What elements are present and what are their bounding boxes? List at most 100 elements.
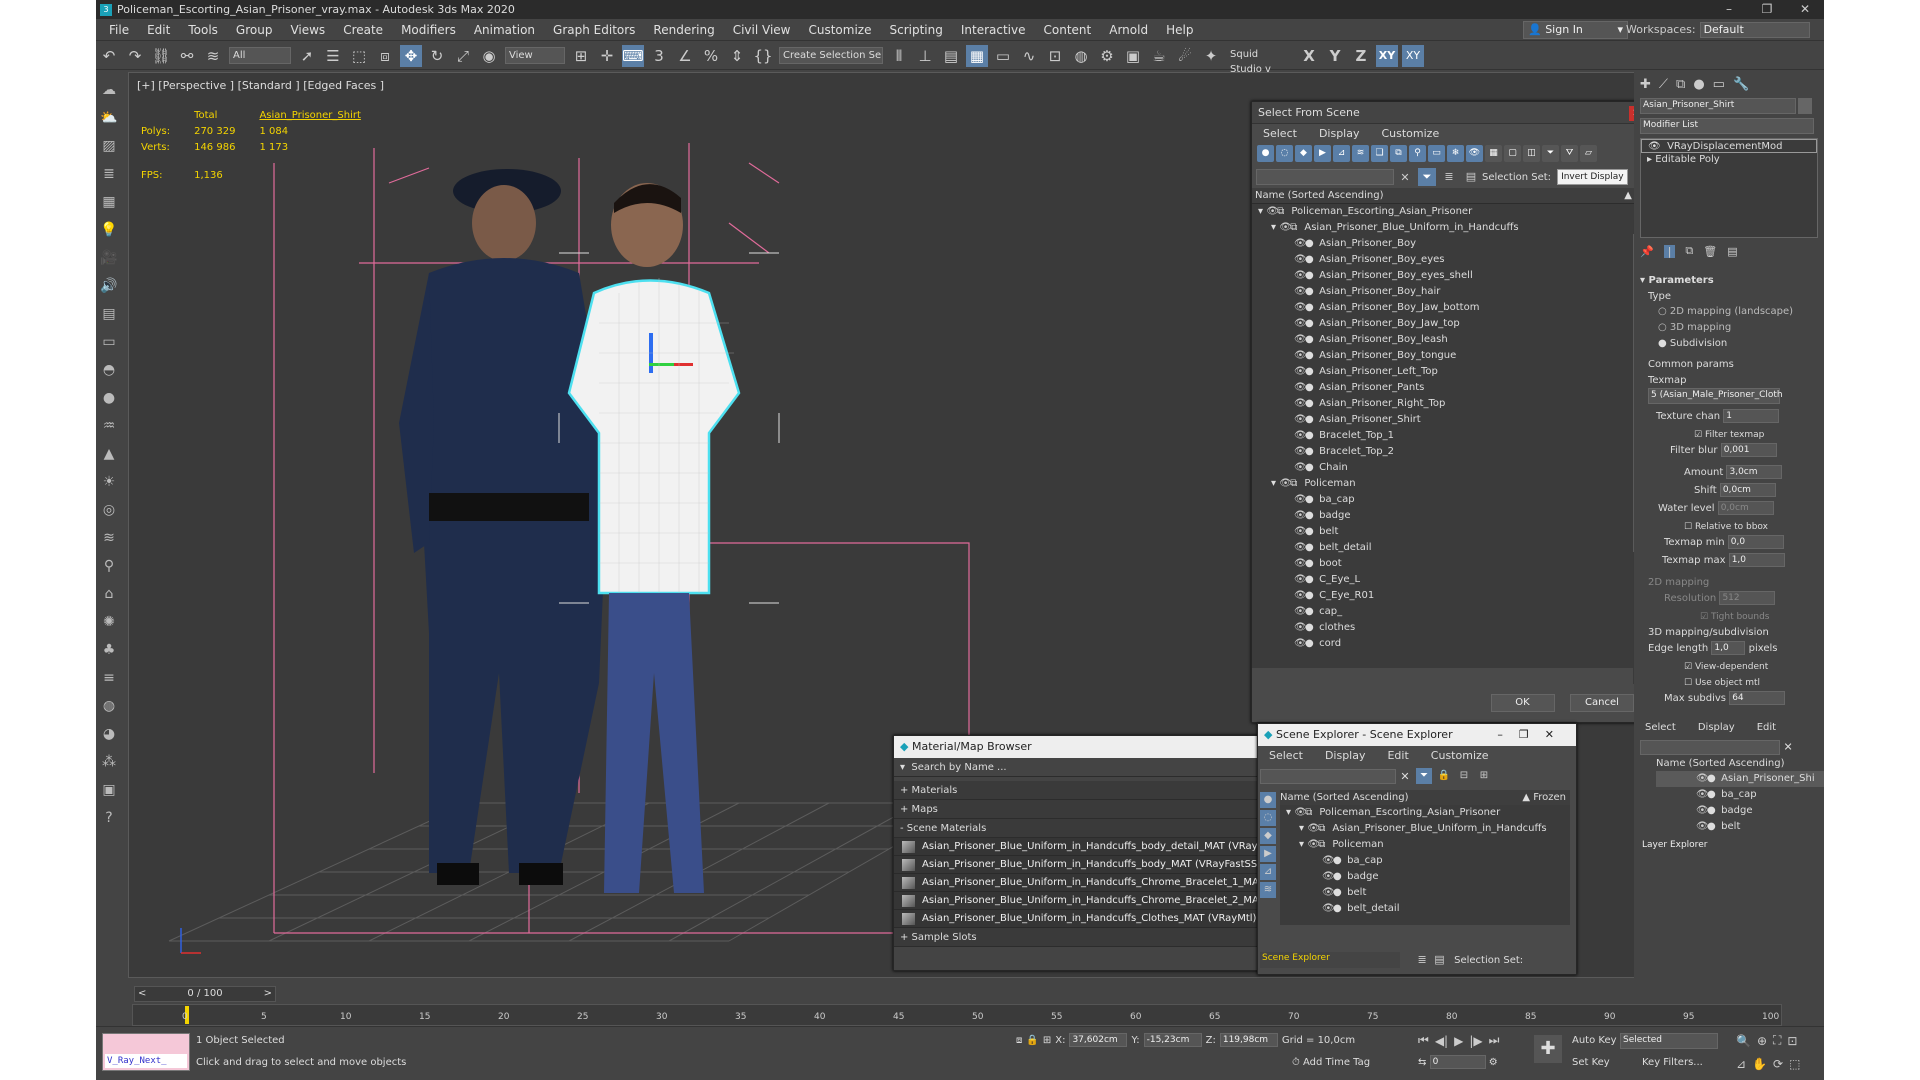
reference-coord-dropdown[interactable]: View (505, 47, 565, 64)
list-item[interactable]: ▾ 👁⧉ Policeman (1252, 476, 1648, 492)
pivot-icon[interactable]: ⊞ (570, 45, 592, 67)
list-item[interactable]: 👁● badge (1280, 869, 1570, 885)
layer-menu-edit[interactable]: Edit (1746, 718, 1787, 738)
fov-icon[interactable]: ⊿ (1736, 1057, 1746, 1071)
expand-arrow-icon[interactable]: ▾ (1258, 206, 1266, 217)
visibility-eye-icon[interactable]: 👁 (1294, 428, 1307, 444)
list-item[interactable]: 👁● Bracelet_Top_2 (1252, 444, 1648, 460)
axis-xy-button[interactable]: XY (1376, 44, 1398, 67)
axis-z-button[interactable]: Z (1350, 45, 1372, 67)
scene-material-item[interactable]: Asian_Prisoner_Blue_Uniform_in_Handcuffs… (894, 874, 1304, 892)
selection-lock-icon[interactable]: 🔒 (1026, 1035, 1038, 1046)
clear-search-icon[interactable]: ✕ (1394, 171, 1416, 184)
list-item[interactable]: 👁● Chain (1252, 460, 1648, 476)
mmb-search[interactable]: ▾ Search by Name ... (894, 758, 1304, 777)
zoom-extents-icon[interactable]: ⛶ (1773, 1033, 1781, 1048)
max-subdivs-spinner[interactable]: 64 (1729, 691, 1786, 705)
visibility-eye-icon[interactable]: 👁 (1294, 620, 1307, 636)
create-tab-icon[interactable]: ✚ (1640, 77, 1651, 92)
render-setup-icon[interactable]: ⚙ (1096, 45, 1118, 67)
list-item[interactable]: 👁● Asian_Prisoner_Boy_leash (1252, 332, 1648, 348)
keyboard-shortcut-icon[interactable]: ⌨ (622, 44, 644, 67)
list-item[interactable]: 👁● Asian_Prisoner_Boy_Jaw_top (1252, 316, 1648, 332)
containers-filter-icon[interactable]: ▭ (1428, 145, 1445, 162)
sce-window-controls[interactable]: –❐✕ (1497, 724, 1570, 746)
visibility-eye-icon[interactable]: 👁 (1294, 636, 1307, 652)
zoom-icon[interactable]: 🔍 (1736, 1034, 1751, 1048)
filter-texmap-checkbox[interactable]: ☑ Filter texmap (1634, 426, 1824, 442)
layer-item[interactable]: 👁● badge (1656, 803, 1824, 819)
globe-icon[interactable]: ✺ (98, 610, 120, 634)
relative-bbox-checkbox[interactable]: ☐ Relative to bbox (1634, 518, 1824, 534)
shapes-filter-icon[interactable]: ◌ (1276, 145, 1293, 162)
scene-material-item[interactable]: Asian_Prisoner_Blue_Uniform_in_Handcuffs… (894, 838, 1304, 856)
visibility-eye-icon[interactable]: 👁 (1294, 460, 1307, 476)
list-item[interactable]: ▾ 👁⧉ Policeman_Escorting_Asian_Prisoner (1252, 204, 1648, 220)
view-dependent-checkbox[interactable]: ☑ View-dependent (1634, 658, 1824, 674)
plant-icon[interactable]: ♣ (98, 638, 120, 662)
mmb-sample-slots-section[interactable]: + Sample Slots (894, 928, 1304, 947)
list-item[interactable]: 👁● belt (1280, 885, 1570, 901)
link-icon[interactable]: ⛓ (150, 45, 172, 67)
unlink-icon[interactable]: ⚯ (176, 45, 198, 67)
modify-tab-icon[interactable]: ⟋ (1659, 77, 1668, 92)
maximize-icon[interactable]: ❐ (1748, 0, 1786, 19)
time-slider-prev-icon[interactable]: < (138, 987, 146, 1001)
list-item[interactable]: 👁● boot (1252, 556, 1648, 572)
layer-item[interactable]: 👁● ba_cap (1656, 787, 1824, 803)
mmb-maps-section[interactable]: + Maps (894, 800, 1304, 819)
axis-x-button[interactable]: X (1298, 45, 1320, 67)
scene-material-item[interactable]: Asian_Prisoner_Blue_Uniform_in_Handcuffs… (894, 910, 1304, 928)
list-item[interactable]: ▾ 👁⧉ Policeman_Escorting_Asian_Prisoner (1280, 805, 1570, 821)
list-item[interactable]: ▾ 👁⧉ Asian_Prisoner_Blue_Uniform_in_Hand… (1280, 821, 1570, 837)
help-icon[interactable]: ? (98, 806, 120, 830)
layer-menu-display[interactable]: Display (1687, 718, 1746, 738)
snaps-toggle-icon[interactable]: 3 (648, 45, 670, 67)
sphere2-icon[interactable]: ◍ (98, 694, 120, 718)
visibility-eye-icon[interactable]: 👁 (1696, 803, 1709, 819)
helpers-filter-icon[interactable]: ⊿ (1333, 145, 1350, 162)
visibility-eye-icon[interactable]: 👁 (1322, 885, 1335, 901)
parameters-rollout[interactable]: ▾ Parameters (1634, 272, 1824, 290)
zoom-all-icon[interactable]: ⊕ (1757, 1034, 1767, 1048)
list-item[interactable]: 👁● Asian_Prisoner_Boy_Jaw_bottom (1252, 300, 1648, 316)
expand-arrow-icon[interactable]: ▾ (1271, 478, 1279, 489)
tight-bounds-checkbox[interactable]: ☑ Tight bounds (1634, 608, 1824, 624)
sfs-search-input[interactable] (1256, 169, 1394, 185)
list-item[interactable]: 👁● belt (1252, 524, 1648, 540)
menu-scripting[interactable]: Scripting (880, 19, 951, 41)
hierarchy-tab-icon[interactable]: ⧉ (1676, 77, 1685, 92)
visibility-eye-icon[interactable]: 👁 (1294, 396, 1307, 412)
menu-tools[interactable]: Tools (179, 19, 227, 41)
sce-selset-icon[interactable]: ▤ (1434, 953, 1444, 966)
place-icon[interactable]: ◉ (478, 45, 500, 67)
time-slider[interactable]: <0 / 100 > (134, 986, 276, 1002)
pan-icon[interactable]: ✋ (1752, 1057, 1767, 1071)
scene-material-item[interactable]: Asian_Prisoner_Blue_Uniform_in_Handcuffs… (894, 856, 1304, 874)
list-item[interactable]: 👁● belt_detail (1280, 901, 1570, 917)
camera-icon[interactable]: 🎥 (98, 246, 120, 270)
visibility-eye-icon[interactable]: 👁 (1307, 821, 1320, 837)
folder-icon[interactable]: ▱ (1580, 145, 1597, 162)
filter-toggle-icon[interactable]: ⏷ (1418, 168, 1436, 186)
edit-named-sets-icon[interactable]: {} (752, 45, 774, 67)
perspective-viewport[interactable]: [+] [Perspective ] [Standard ] [Edged Fa… (128, 72, 1726, 978)
visibility-eye-icon[interactable]: 👁 (1294, 348, 1307, 364)
show-end-result-icon[interactable]: | (1663, 244, 1676, 258)
rectangle-selection-icon[interactable]: ⬚ (348, 45, 370, 67)
sce-menu-select[interactable]: Select (1258, 746, 1314, 766)
layer-item[interactable]: 👁● belt (1656, 819, 1824, 835)
visibility-eye-icon[interactable]: 👁 (1294, 604, 1307, 620)
visibility-eye-icon[interactable]: 👁 (1294, 412, 1307, 428)
visibility-eye-icon[interactable]: 👁 (1294, 492, 1307, 508)
list-item[interactable]: 👁● ba_cap (1280, 853, 1570, 869)
align-icon[interactable]: ⊥ (914, 45, 936, 67)
spacewarps-filter-icon[interactable]: ≋ (1352, 145, 1369, 162)
cone-icon[interactable]: ▲ (98, 442, 120, 466)
texture-chan-spinner[interactable]: 1 (1723, 409, 1780, 423)
sce-hierarchy-icon[interactable]: ⊟ (1456, 768, 1472, 784)
sce-geometry-icon[interactable]: ● (1260, 792, 1276, 808)
menu-content[interactable]: Content (1035, 19, 1101, 41)
visibility-eye-icon[interactable]: 👁 (1322, 853, 1335, 869)
list-item[interactable]: ▾ 👁⧉ Asian_Prisoner_Blue_Uniform_in_Hand… (1252, 220, 1648, 236)
